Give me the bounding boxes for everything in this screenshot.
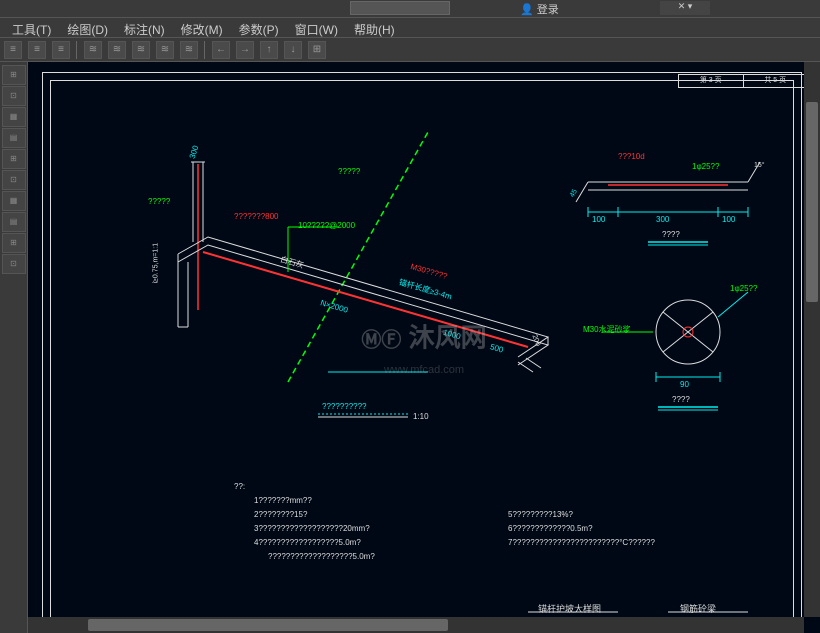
palette-item[interactable]: ⊡ — [2, 170, 26, 190]
sec-300: 300 — [656, 215, 669, 224]
scale-small: ?????????? — [322, 402, 367, 411]
palette-item[interactable]: ⊞ — [2, 65, 26, 85]
workspace: ⊞ ⊡ ▦ ▤ ⊞ ⊡ ▦ ▤ ⊞ ⊡ 第 3 页 共 5 页 — [0, 62, 820, 633]
palette-item[interactable]: ⊞ — [2, 233, 26, 253]
note-1: 1???????mm?? — [254, 496, 312, 505]
menu-draw[interactable]: 绘图(D) — [61, 20, 114, 39]
slope-label: i≥0.75,m=1:1 — [153, 243, 160, 284]
note-r3: 7????????????????????????°C?????? — [508, 538, 655, 547]
menu-dim[interactable]: 标注(N) — [118, 20, 171, 39]
title-bar: 👤 登录 ✕ ▾ — [0, 0, 820, 18]
anchor-10: 10?????@2000 — [298, 221, 355, 230]
dim-800: ???????800 — [234, 212, 279, 221]
palette-item[interactable]: ⊡ — [2, 86, 26, 106]
palette-item[interactable]: ▤ — [2, 212, 26, 232]
tool-hatch-4[interactable]: ≋ — [156, 41, 174, 59]
drawing-subtitle2: 钢筋砼梁 — [680, 602, 716, 615]
side-palette: ⊞ ⊡ ▦ ▤ ⊞ ⊡ ▦ ▤ ⊞ ⊡ — [0, 62, 28, 633]
menu-param[interactable]: 参数(P) — [233, 20, 285, 39]
scale-ratio: 1:10 — [413, 412, 429, 421]
tool-hatch-3[interactable]: ≋ — [132, 41, 150, 59]
palette-item[interactable]: ⊞ — [2, 149, 26, 169]
sec-100a: 100 — [592, 215, 605, 224]
login-link[interactable]: 👤 登录 — [520, 1, 559, 17]
palette-item[interactable]: ⊡ — [2, 254, 26, 274]
note-head: ??: — [234, 482, 245, 491]
circ-1d25: 1φ25?? — [730, 284, 757, 293]
palette-item[interactable]: ▦ — [2, 107, 26, 127]
dash-label: ????? — [338, 167, 360, 176]
vertical-scrollbar[interactable] — [804, 62, 820, 617]
tool-hatch-1[interactable]: ≋ — [84, 41, 102, 59]
tool-layer-2[interactable]: ≡ — [28, 41, 46, 59]
tool-grid[interactable]: ⊞ — [308, 41, 326, 59]
toolbar-sep-2 — [204, 41, 206, 59]
login-label: 登录 — [537, 4, 559, 16]
toolbar-sep-1 — [76, 41, 78, 59]
sec-title1: ???? — [662, 230, 680, 239]
note-r1: 5?????????13%? — [508, 510, 573, 519]
menu-tools[interactable]: 工具(T) — [6, 20, 57, 39]
sec-10d: ???10d — [618, 152, 645, 161]
palette-item[interactable]: ▤ — [2, 128, 26, 148]
sec-15: 15° — [754, 162, 765, 169]
menu-modify[interactable]: 修改(M) — [175, 20, 229, 39]
vertical-scroll-thumb[interactable] — [806, 102, 818, 302]
tool-hatch-5[interactable]: ≋ — [180, 41, 198, 59]
tool-move-l[interactable]: ← — [212, 41, 230, 59]
left-label: ????? — [148, 197, 170, 206]
cad-drawing — [28, 62, 818, 632]
tool-move-r[interactable]: → — [236, 41, 254, 59]
search-input[interactable] — [350, 1, 450, 15]
note-2: 2????????15? — [254, 510, 307, 519]
tool-layer-3[interactable]: ≡ — [52, 41, 70, 59]
palette-item[interactable]: ▦ — [2, 191, 26, 211]
tool-layer-1[interactable]: ≡ — [4, 41, 22, 59]
circ-m30: M30水泥砂浆 — [583, 324, 631, 335]
note-4: 4??????????????????5.0m? — [254, 538, 361, 547]
person-icon: 👤 — [520, 4, 534, 16]
tool-move-u[interactable]: ↑ — [260, 41, 278, 59]
canvas-area[interactable]: 第 3 页 共 5 页 — [28, 62, 820, 633]
menu-help[interactable]: 帮助(H) — [348, 20, 401, 39]
menu-window[interactable]: 窗口(W) — [289, 20, 344, 39]
note-3: 3???????????????????20mm? — [254, 524, 370, 533]
menu-bar: 工具(T) 绘图(D) 标注(N) 修改(M) 参数(P) 窗口(W) 帮助(H… — [0, 18, 820, 38]
circ-90: 90 — [680, 380, 689, 389]
close-panel-button[interactable]: ✕ ▾ — [660, 1, 710, 15]
note-5: ???????????????????5.0m? — [268, 552, 375, 561]
drawing-canvas[interactable]: 第 3 页 共 5 页 — [28, 62, 820, 633]
tool-move-d[interactable]: ↓ — [284, 41, 302, 59]
toolbar: ≡ ≡ ≡ ≋ ≋ ≋ ≋ ≋ ← → ↑ ↓ ⊞ — [0, 38, 820, 62]
sec-title2: ???? — [672, 395, 690, 404]
tool-hatch-2[interactable]: ≋ — [108, 41, 126, 59]
note-r2: 6?????????????0.5m? — [508, 524, 593, 533]
sec-1d25a: 1φ25?? — [692, 162, 719, 171]
horizontal-scroll-thumb[interactable] — [88, 619, 448, 631]
drawing-main-title: 锚杆护坡大样图 — [538, 602, 601, 615]
sec-100b: 100 — [722, 215, 735, 224]
horizontal-scrollbar[interactable] — [28, 617, 804, 633]
